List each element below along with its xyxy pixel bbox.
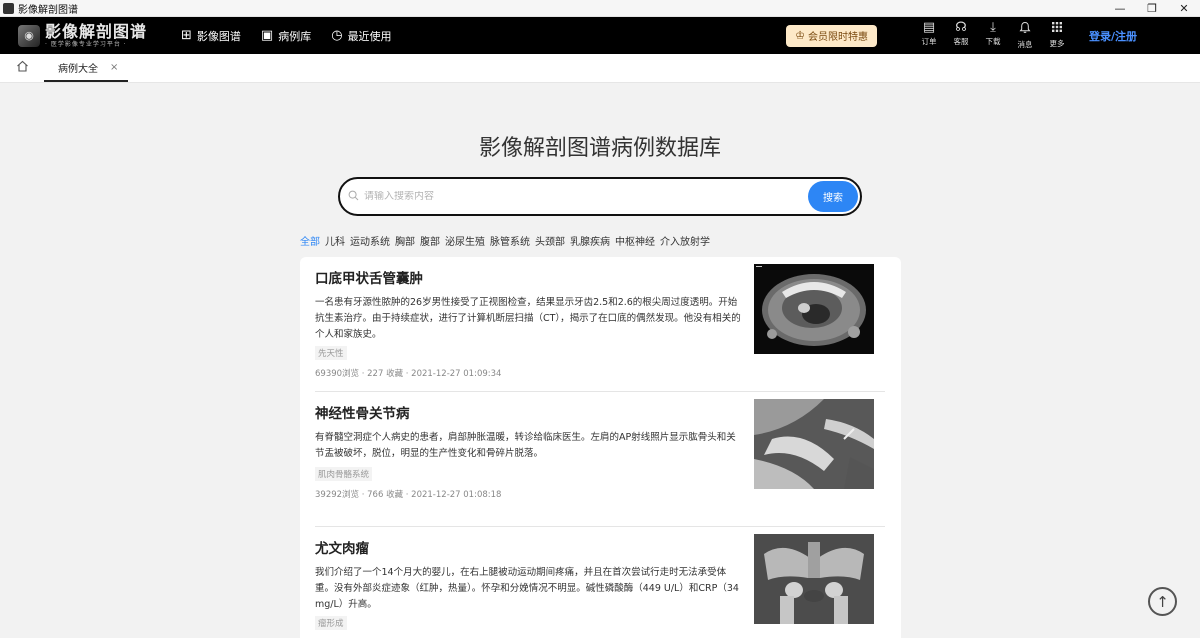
customer-service-button[interactable]: ☊ 客服 bbox=[945, 21, 977, 50]
home-icon bbox=[16, 60, 29, 76]
home-tab[interactable] bbox=[0, 54, 44, 82]
grid-icon: ⊞ bbox=[181, 28, 192, 43]
xray-pelvis-image[interactable] bbox=[754, 534, 874, 624]
order-icon: ▤ bbox=[922, 20, 936, 35]
category-7[interactable]: 头颈部 bbox=[535, 233, 565, 248]
nav-item-label: 病例库 bbox=[278, 29, 312, 43]
headset-icon: ☊ bbox=[955, 20, 967, 35]
category-6[interactable]: 脉管系统 bbox=[490, 233, 530, 248]
nav-item-atlas[interactable]: ⊞ 影像图谱 bbox=[181, 28, 241, 44]
messages-button[interactable]: 消息 bbox=[1009, 21, 1041, 50]
tab-bar: 病例大全 × bbox=[0, 54, 1200, 83]
vip-promo-button[interactable]: ♔ 会员限时特惠 bbox=[786, 24, 877, 47]
top-navigation: ◉ 影像解剖图谱 · 医学影像专业学习平台 · ⊞ 影像图谱 ▣ 病例库 ◷ 最… bbox=[0, 17, 1200, 54]
tool-label: 客服 bbox=[953, 37, 969, 46]
case-meta: 39292浏览 · 766 收藏 · 2021-12-27 01:08:18 bbox=[315, 490, 502, 500]
tool-label: 消息 bbox=[1017, 40, 1033, 49]
history-icon: ◷ bbox=[331, 28, 343, 43]
category-3[interactable]: 胸部 bbox=[395, 233, 415, 248]
login-register-link[interactable]: 登录/注册 bbox=[1089, 28, 1137, 44]
ct-neck-image[interactable] bbox=[754, 264, 874, 354]
apps-icon bbox=[1051, 21, 1063, 37]
logo-title: 影像解剖图谱 bbox=[45, 21, 148, 41]
case-title[interactable]: 尤文肉瘤 bbox=[315, 537, 369, 557]
download-icon: ⤓ bbox=[990, 20, 996, 35]
nav-item-case-library[interactable]: ▣ 病例库 bbox=[261, 28, 311, 44]
app-logo[interactable]: ◉ 影像解剖图谱 · 医学影像专业学习平台 · bbox=[18, 21, 148, 48]
window-controls: — ❐ ✕ bbox=[1104, 0, 1200, 16]
case-tag[interactable]: 肌肉骨骼系统 bbox=[315, 467, 373, 481]
nav-item-label: 影像图谱 bbox=[196, 29, 241, 43]
xray-shoulder-image[interactable] bbox=[754, 399, 874, 489]
category-filter: 全部 儿科 运动系统 胸部 腹部 泌尿生殖 脉管系统 头颈部 乳腺疾病 中枢神经 介入放射学 bbox=[300, 233, 715, 248]
crown-icon: ♔ bbox=[795, 29, 805, 42]
category-2[interactable]: 运动系统 bbox=[350, 233, 390, 248]
more-button[interactable]: 更多 bbox=[1041, 21, 1073, 50]
case-tag[interactable]: 瘤形成 bbox=[315, 616, 347, 630]
toolbar: ▤ 订单 ☊ 客服 ⤓ 下载 消息 更多 bbox=[895, 21, 1073, 50]
page-title: 影像解剖图谱病例数据库 bbox=[478, 136, 721, 161]
case-tag[interactable]: 先天性 bbox=[315, 346, 347, 360]
category-8[interactable]: 乳腺疾病 bbox=[570, 233, 610, 248]
search-input[interactable] bbox=[364, 191, 808, 202]
tool-label: 下载 bbox=[985, 37, 1001, 46]
logo-subtitle: · 医学影像专业学习平台 · bbox=[45, 40, 127, 48]
case-card[interactable]: 口底甲状舌管囊肿 一名患有牙源性脓肿的26岁男性接受了正视图检查，结果显示牙齿2… bbox=[300, 257, 901, 387]
back-to-top-button[interactable]: ↑ bbox=[1148, 587, 1177, 616]
tab-case-collection[interactable]: 病例大全 × bbox=[44, 54, 129, 82]
case-description: 有脊髓空洞症个人病史的患者，肩部肿胀温暖，转诊给临床医生。左肩的AP射线照片显示… bbox=[315, 432, 736, 459]
tab-close-icon[interactable]: × bbox=[110, 62, 118, 73]
vip-promo-label: 会员限时特惠 bbox=[807, 32, 868, 43]
case-meta: 69390浏览 · 227 收藏 · 2021-12-27 01:09:34 bbox=[315, 369, 502, 379]
category-9[interactable]: 中枢神经 bbox=[615, 233, 655, 248]
search-bar: 搜索 bbox=[338, 177, 862, 216]
nav-item-recent[interactable]: ◷ 最近使用 bbox=[331, 28, 391, 44]
minimize-button[interactable]: — bbox=[1104, 0, 1136, 16]
case-card[interactable]: 神经性骨关节病 有脊髓空洞症个人病史的患者，肩部肿胀温暖，转诊给临床医生。左肩的… bbox=[300, 392, 901, 522]
search-button[interactable]: 搜索 bbox=[808, 181, 858, 212]
case-description: 一名患有牙源性脓肿的26岁男性接受了正视图检查，结果显示牙齿2.5和2.6的根尖… bbox=[315, 297, 741, 340]
category-5[interactable]: 泌尿生殖 bbox=[445, 233, 485, 248]
bell-icon bbox=[1019, 21, 1031, 38]
case-list: 口底甲状舌管囊肿 一名患有牙源性脓肿的26岁男性接受了正视图检查，结果显示牙齿2… bbox=[300, 257, 901, 638]
window-title-bar: 影像解剖图谱 — ❐ ✕ bbox=[0, 0, 1200, 17]
tab-label: 病例大全 bbox=[58, 63, 98, 75]
tool-label: 更多 bbox=[1049, 39, 1065, 48]
search-icon bbox=[348, 190, 359, 204]
close-window-button[interactable]: ✕ bbox=[1168, 0, 1200, 16]
case-description: 我们介绍了一个14个月大的婴儿，在右上腿被动运动期间疼痛，并且在首次尝试行走时无… bbox=[315, 567, 739, 610]
category-10[interactable]: 介入放射学 bbox=[660, 233, 710, 248]
category-0[interactable]: 全部 bbox=[300, 233, 320, 248]
download-button[interactable]: ⤓ 下载 bbox=[977, 21, 1009, 50]
case-title[interactable]: 神经性骨关节病 bbox=[315, 402, 410, 422]
restore-button[interactable]: ❐ bbox=[1136, 0, 1168, 16]
category-1[interactable]: 儿科 bbox=[325, 233, 345, 248]
case-card[interactable]: 尤文肉瘤 我们介绍了一个14个月大的婴儿，在右上腿被动运动期间疼痛，并且在首次尝… bbox=[300, 527, 901, 638]
orders-button[interactable]: ▤ 订单 bbox=[913, 21, 945, 50]
category-4[interactable]: 腹部 bbox=[420, 233, 440, 248]
brain-logo-icon: ◉ bbox=[18, 24, 40, 47]
book-icon: ▣ bbox=[260, 28, 274, 43]
nav-item-label: 最近使用 bbox=[347, 29, 392, 43]
tool-label: 订单 bbox=[921, 37, 937, 46]
case-title[interactable]: 口底甲状舌管囊肿 bbox=[315, 267, 423, 287]
logo-text: 影像解剖图谱 · 医学影像专业学习平台 · bbox=[45, 21, 148, 48]
arrow-up-icon: ↑ bbox=[1156, 592, 1169, 611]
window-title: 影像解剖图谱 bbox=[18, 4, 78, 16]
app-icon bbox=[3, 2, 14, 14]
